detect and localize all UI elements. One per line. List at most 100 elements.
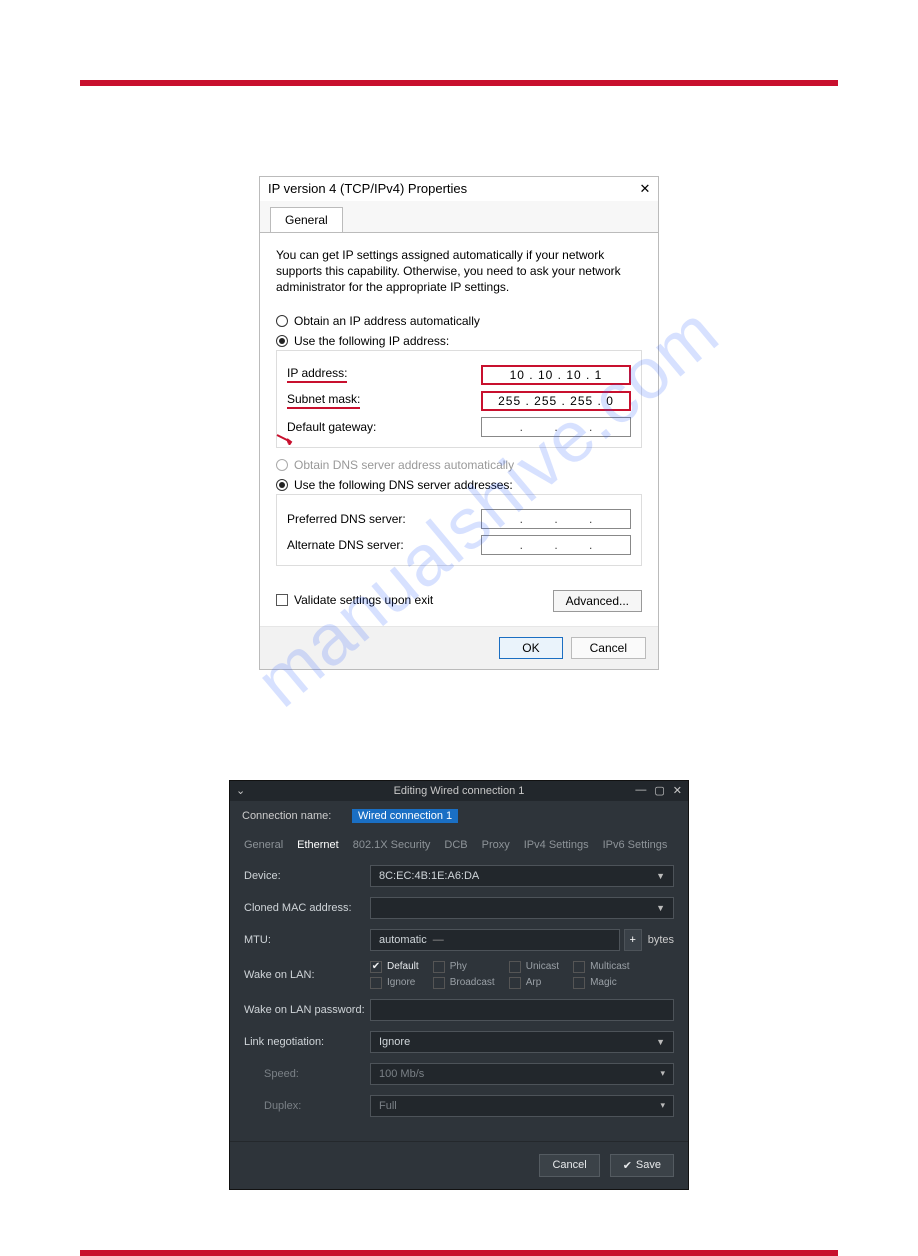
tab-dcb[interactable]: DCB [444, 839, 467, 851]
check-icon: ✔ [623, 1159, 632, 1172]
ethernet-tab-body: Device: 8C:EC:4B:1E:A6:DA ▼ Cloned MAC a… [230, 861, 688, 1141]
tab-general[interactable]: General [244, 839, 283, 851]
checkbox-icon [433, 961, 445, 973]
connection-name-label: Connection name: [242, 810, 352, 822]
radio-label: Obtain an IP address automatically [294, 314, 480, 328]
row-device: Device: 8C:EC:4B:1E:A6:DA ▼ [244, 865, 674, 887]
network-connection-editor: ⌄ Editing Wired connection 1 — ▢ ✕ Conne… [229, 780, 689, 1190]
dark-footer: Cancel ✔Save [230, 1141, 688, 1189]
wol-broadcast[interactable]: Broadcast [433, 977, 495, 989]
wol-unicast[interactable]: Unicast [509, 961, 559, 973]
tab-general[interactable]: General [270, 207, 343, 232]
radio-obtain-ip-auto[interactable]: Obtain an IP address automatically [276, 314, 642, 328]
tab-ethernet[interactable]: Ethernet [297, 839, 339, 851]
duplex-dropdown[interactable]: Full ▾ [370, 1095, 674, 1117]
close-icon[interactable]: ✕ [673, 784, 682, 797]
collapse-icon[interactable]: ⌄ [236, 784, 245, 797]
tab-ipv6-settings[interactable]: IPv6 Settings [603, 839, 668, 851]
wol-default[interactable]: ✔Default [370, 961, 419, 973]
mtu-field[interactable]: automatic — [370, 929, 620, 951]
label-wol-password: Wake on LAN password: [244, 1004, 370, 1016]
check-icon: ✔ [370, 961, 382, 973]
dark-titlebar: ⌄ Editing Wired connection 1 — ▢ ✕ [230, 781, 688, 801]
dialog-title: IP version 4 (TCP/IPv4) Properties [268, 181, 467, 197]
advanced-button[interactable]: Advanced... [553, 590, 642, 612]
minus-icon: — [433, 934, 444, 946]
checkbox-label: Validate settings upon exit [294, 593, 433, 607]
cloned-mac-dropdown[interactable]: ▼ [370, 897, 674, 919]
row-alternate-dns: Alternate DNS server: . . . [287, 535, 631, 555]
preferred-dns-field[interactable]: . . . [481, 509, 631, 529]
speed-dropdown[interactable]: 100 Mb/s ▾ [370, 1063, 674, 1085]
dialog-footer: OK Cancel [260, 626, 658, 669]
label-default-gateway: Default gateway: [287, 420, 376, 434]
wol-multicast[interactable]: Multicast [573, 961, 629, 973]
label-preferred-dns: Preferred DNS server: [287, 512, 406, 526]
save-button[interactable]: ✔Save [610, 1154, 674, 1177]
radio-use-following-dns[interactable]: Use the following DNS server addresses: [276, 478, 642, 492]
dark-title-text: Editing Wired connection 1 [394, 785, 525, 797]
tab-ipv4-settings[interactable]: IPv4 Settings [524, 839, 589, 851]
ip-address-field[interactable]: 10 . 10 . 10 . 1 [481, 365, 631, 385]
alternate-dns-field[interactable]: . . . [481, 535, 631, 555]
ok-button[interactable]: OK [499, 637, 562, 659]
row-cloned-mac: Cloned MAC address: ▼ [244, 897, 674, 919]
label-device: Device: [244, 870, 370, 882]
label-link-negotiation: Link negotiation: [244, 1036, 370, 1048]
checkbox-icon [509, 961, 521, 973]
mtu-plus-button[interactable]: + [624, 929, 642, 951]
wol-arp[interactable]: Arp [509, 977, 559, 989]
chevron-down-icon: ▼ [656, 903, 665, 913]
general-tab-body: You can get IP settings assigned automat… [260, 232, 658, 626]
bottom-accent-bar [80, 1250, 838, 1256]
description-text: You can get IP settings assigned automat… [276, 247, 642, 296]
tab-proxy[interactable]: Proxy [482, 839, 510, 851]
chevron-down-icon: ▼ [656, 871, 665, 881]
radio-icon [276, 459, 288, 471]
dark-tabs: General Ethernet 802.1X Security DCB Pro… [230, 831, 688, 861]
page-content: manualshive.com IP version 4 (TCP/IPv4) … [0, 86, 918, 1250]
maximize-icon[interactable]: ▢ [654, 784, 664, 797]
cancel-button[interactable]: Cancel [539, 1154, 599, 1177]
link-negotiation-dropdown[interactable]: Ignore ▼ [370, 1031, 674, 1053]
radio-label: Use the following DNS server addresses: [294, 478, 513, 492]
row-speed: Speed: 100 Mb/s ▾ [244, 1063, 674, 1085]
row-default-gateway: Default gateway: . . . [287, 417, 631, 437]
close-icon[interactable]: ✕ [638, 181, 652, 197]
row-preferred-dns: Preferred DNS server: . . . [287, 509, 631, 529]
chevron-down-icon: ▾ [660, 1100, 665, 1111]
radio-icon [276, 335, 288, 347]
minimize-icon[interactable]: — [635, 784, 646, 797]
tab-8021x-security[interactable]: 802.1X Security [353, 839, 431, 851]
radio-icon [276, 315, 288, 327]
wol-ignore[interactable]: Ignore [370, 977, 419, 989]
wol-magic[interactable]: Magic [573, 977, 629, 989]
label-mtu: MTU: [244, 934, 370, 946]
radio-obtain-dns-auto[interactable]: Obtain DNS server address automatically [276, 458, 642, 472]
device-dropdown[interactable]: 8C:EC:4B:1E:A6:DA ▼ [370, 865, 674, 887]
speed-value: 100 Mb/s [379, 1068, 424, 1080]
checkbox-icon [509, 977, 521, 989]
subnet-mask-field[interactable]: 255 . 255 . 255 . 0 [481, 391, 631, 411]
default-gateway-field[interactable]: . . . [481, 417, 631, 437]
radio-label: Obtain DNS server address automatically [294, 458, 514, 472]
radio-use-following-ip[interactable]: Use the following IP address: [276, 334, 642, 348]
label-subnet-mask: Subnet mask: [287, 392, 360, 409]
wol-phy[interactable]: Phy [433, 961, 495, 973]
cancel-button[interactable]: Cancel [571, 637, 646, 659]
ip-fieldset: IP address: 10 . 10 . 10 . 1 Subnet mask… [276, 350, 642, 448]
chevron-down-icon: ▾ [660, 1068, 665, 1079]
row-ip-address: IP address: 10 . 10 . 10 . 1 [287, 365, 631, 385]
checkbox-icon [573, 977, 585, 989]
connection-name-field[interactable]: Wired connection 1 [352, 809, 458, 823]
row-duplex: Duplex: Full ▾ [244, 1095, 674, 1117]
row-wol-password: Wake on LAN password: [244, 999, 674, 1021]
validate-checkbox-row[interactable]: Validate settings upon exit [276, 593, 433, 607]
checkbox-icon [370, 977, 382, 989]
label-duplex: Duplex: [244, 1100, 370, 1112]
label-alternate-dns: Alternate DNS server: [287, 538, 404, 552]
dialog-titlebar: IP version 4 (TCP/IPv4) Properties ✕ [260, 177, 658, 201]
checkbox-icon [433, 977, 445, 989]
ipv4-properties-dialog: IP version 4 (TCP/IPv4) Properties ✕ Gen… [259, 176, 659, 670]
wol-password-field[interactable] [370, 999, 674, 1021]
